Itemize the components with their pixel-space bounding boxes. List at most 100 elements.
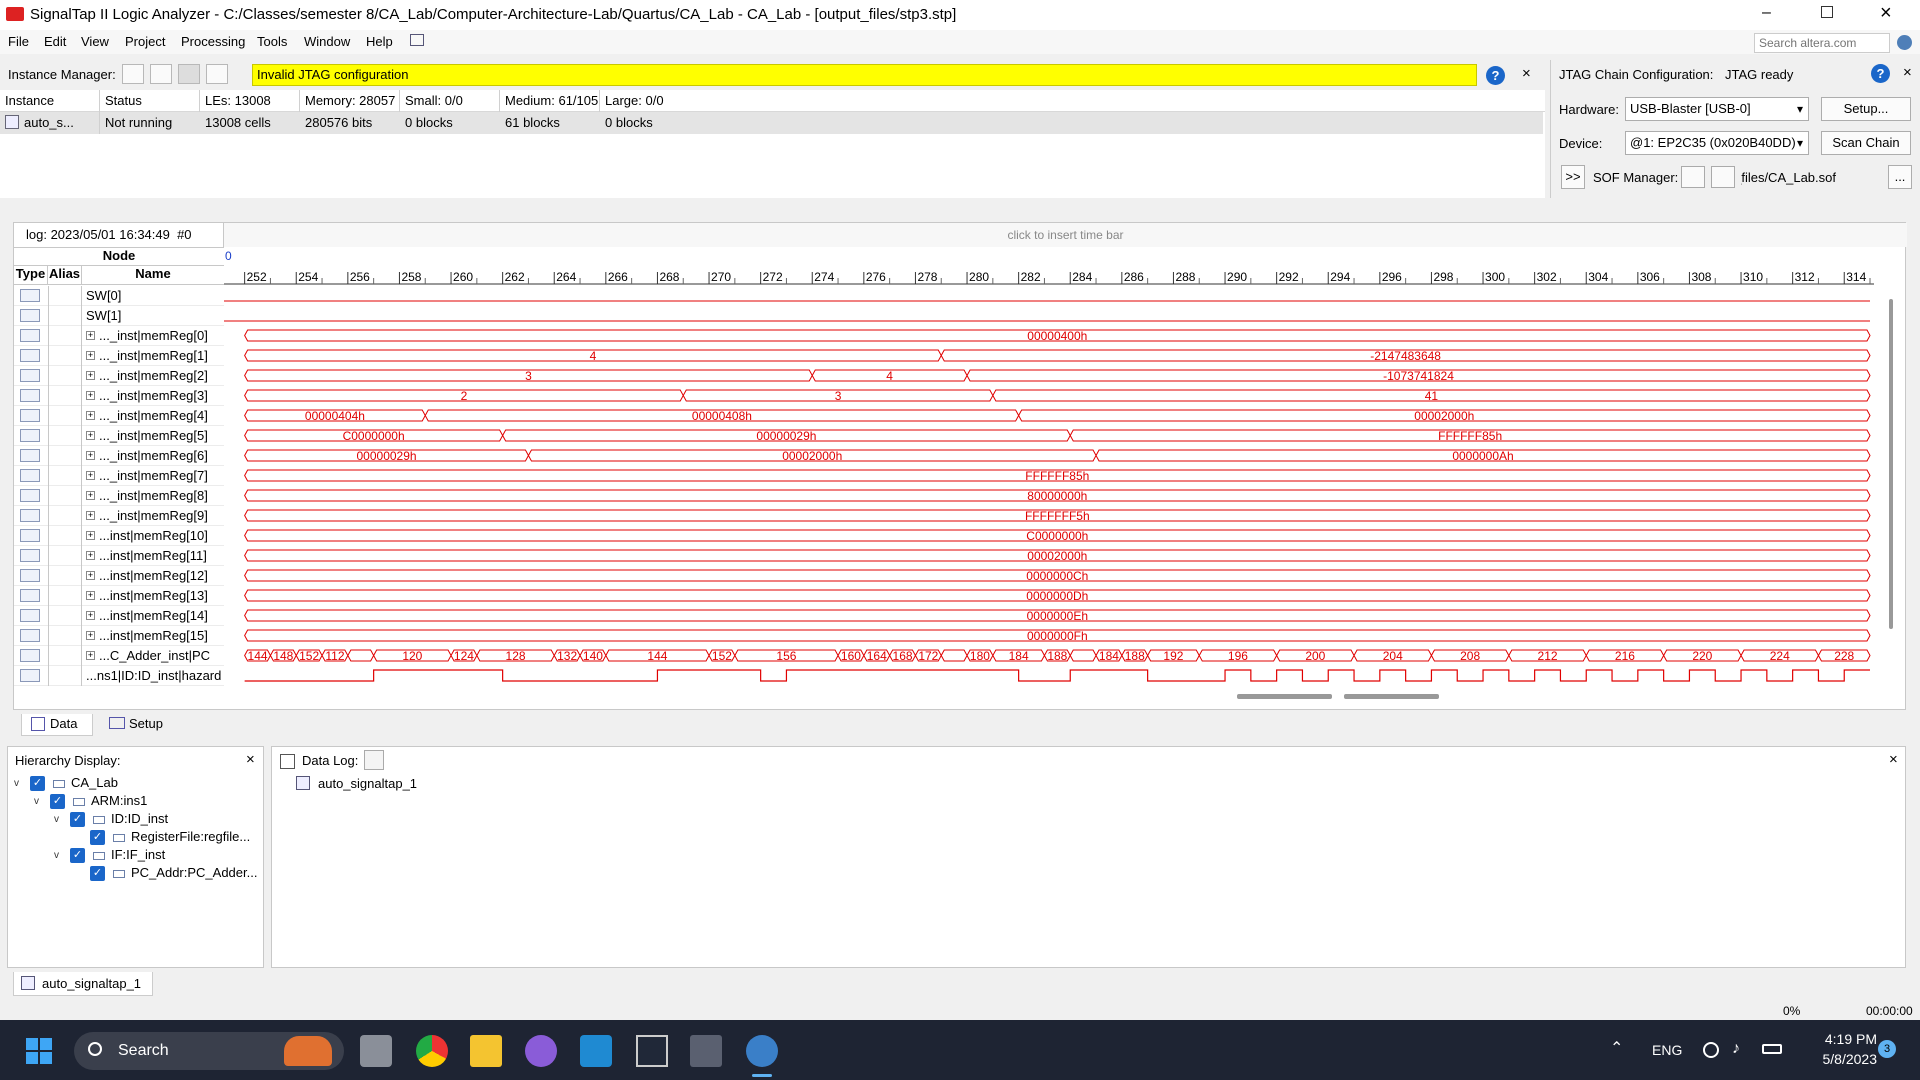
- vertical-scrollbar[interactable]: [1884, 287, 1898, 687]
- node-row[interactable]: + ..._inst|memReg[5]: [14, 426, 224, 446]
- node-row[interactable]: SW[1]: [14, 306, 224, 326]
- network-icon[interactable]: [1703, 1042, 1719, 1058]
- expand-icon[interactable]: +: [86, 611, 95, 620]
- expand-icon[interactable]: +: [86, 491, 95, 500]
- hierarchy-node[interactable]: v ✓ ID:ID_inst: [54, 810, 168, 828]
- checkbox-checked-icon[interactable]: ✓: [50, 794, 65, 810]
- language-indicator[interactable]: ENG: [1652, 1042, 1682, 1058]
- expand-icon[interactable]: +: [86, 551, 95, 560]
- horizontal-scroll-thumb-left[interactable]: [1237, 694, 1332, 699]
- node-row[interactable]: + ..._inst|memReg[0]: [14, 326, 224, 346]
- sof-browse-button[interactable]: ...: [1888, 165, 1912, 189]
- expand-icon[interactable]: +: [86, 631, 95, 640]
- expand-icon[interactable]: +: [86, 391, 95, 400]
- hierarchy-node[interactable]: ✓ PC_Addr:PC_Adder...: [74, 864, 257, 882]
- hierarchy-node[interactable]: v ✓ CA_Lab: [14, 774, 118, 792]
- node-row[interactable]: + ..._inst|memReg[7]: [14, 466, 224, 486]
- taskbar-search[interactable]: Search: [74, 1032, 344, 1070]
- node-row[interactable]: ...ns1|ID:ID_inst|hazard: [14, 666, 224, 686]
- read-data-icon[interactable]: [206, 64, 228, 84]
- time-bar-strip[interactable]: click to insert time bar: [224, 223, 1907, 247]
- sof-expand-button[interactable]: >>: [1561, 165, 1585, 189]
- menu-help[interactable]: Help: [366, 34, 393, 49]
- expand-icon[interactable]: +: [86, 471, 95, 480]
- menu-file[interactable]: File: [8, 34, 29, 49]
- hierarchy-close-icon[interactable]: ×: [246, 751, 255, 768]
- datalog-close-icon[interactable]: ×: [1889, 751, 1898, 768]
- task-view-icon[interactable]: [360, 1035, 392, 1067]
- calculator-icon[interactable]: [690, 1035, 722, 1067]
- waveform-canvas[interactable]: 0 252 254 256 258 260 262 264 266 268 270 272 274 276…: [224, 247, 1894, 687]
- datalog-icon[interactable]: [364, 750, 384, 770]
- attach-icon[interactable]: [1711, 166, 1735, 188]
- help-icon[interactable]: ?: [1486, 66, 1505, 85]
- menu-edit[interactable]: Edit: [44, 34, 66, 49]
- autorun-analysis-icon[interactable]: [122, 64, 144, 84]
- search-input[interactable]: [1754, 33, 1890, 53]
- expand-icon[interactable]: +: [86, 651, 95, 660]
- run-analysis-icon[interactable]: [150, 64, 172, 84]
- checkbox-checked-icon[interactable]: ✓: [90, 866, 105, 882]
- close-icon[interactable]: ×: [1880, 2, 1892, 25]
- hierarchy-node[interactable]: v ✓ ARM:ins1: [34, 792, 147, 810]
- expand-icon[interactable]: +: [86, 531, 95, 540]
- node-row[interactable]: + ..._inst|memReg[3]: [14, 386, 224, 406]
- node-row[interactable]: + ..._inst|memReg[4]: [14, 406, 224, 426]
- menu-tools[interactable]: Tools: [257, 34, 287, 49]
- node-row[interactable]: + ...inst|memReg[12]: [14, 566, 224, 586]
- github-icon[interactable]: [525, 1035, 557, 1067]
- datalog-item[interactable]: auto_signaltap_1: [318, 776, 417, 791]
- tab-setup[interactable]: Setup: [101, 714, 181, 736]
- tab-data[interactable]: Data: [21, 714, 93, 736]
- node-row[interactable]: + ...C_Adder_inst|PC: [14, 646, 224, 666]
- menu-processing[interactable]: Processing: [181, 34, 245, 49]
- node-row[interactable]: + ...inst|memReg[13]: [14, 586, 224, 606]
- checkbox-checked-icon[interactable]: ✓: [70, 848, 85, 864]
- clock-time[interactable]: 4:19 PM: [1815, 1031, 1877, 1047]
- checkbox-checked-icon[interactable]: ✓: [70, 812, 85, 828]
- stop-analysis-icon[interactable]: [178, 64, 200, 84]
- clock-date[interactable]: 5/8/2023: [1800, 1051, 1878, 1067]
- menu-window[interactable]: Window: [304, 34, 350, 49]
- node-row[interactable]: + ..._inst|memReg[6]: [14, 446, 224, 466]
- tree-expander-icon[interactable]: v: [14, 775, 26, 793]
- node-row[interactable]: + ...inst|memReg[11]: [14, 546, 224, 566]
- scan-chain-button[interactable]: Scan Chain: [1821, 131, 1911, 155]
- expand-icon[interactable]: +: [86, 451, 95, 460]
- expand-icon[interactable]: +: [86, 371, 95, 380]
- device-select[interactable]: @1: EP2C35 (0x020B40DD): [1625, 131, 1809, 155]
- expand-icon[interactable]: +: [86, 411, 95, 420]
- vertical-scroll-thumb[interactable]: [1889, 299, 1893, 629]
- tree-expander-icon[interactable]: v: [34, 793, 46, 811]
- instance-row[interactable]: auto_s... Not running 13008 cells 280576 bi…: [0, 112, 1543, 134]
- expand-icon[interactable]: +: [86, 591, 95, 600]
- minimize-icon[interactable]: –: [1762, 4, 1771, 22]
- expand-icon[interactable]: +: [86, 331, 95, 340]
- expand-icon[interactable]: +: [86, 351, 95, 360]
- menu-view[interactable]: View: [81, 34, 109, 49]
- node-row[interactable]: + ..._inst|memReg[9]: [14, 506, 224, 526]
- jtag-close-icon[interactable]: ×: [1903, 64, 1912, 81]
- battery-icon[interactable]: [1762, 1044, 1782, 1054]
- volume-icon[interactable]: ♪: [1732, 1040, 1740, 1058]
- expand-icon[interactable]: +: [86, 571, 95, 580]
- node-row[interactable]: + ...inst|memReg[15]: [14, 626, 224, 646]
- jtag-help-icon[interactable]: ?: [1871, 64, 1890, 83]
- setup-button[interactable]: Setup...: [1821, 97, 1911, 121]
- modelsim-icon[interactable]: [636, 1035, 668, 1067]
- horizontal-scroll-thumb-right[interactable]: [1344, 694, 1439, 699]
- hierarchy-node[interactable]: v ✓ IF:IF_inst: [54, 846, 165, 864]
- hardware-select[interactable]: USB-Blaster [USB-0]: [1625, 97, 1809, 121]
- restore-icon[interactable]: [1821, 6, 1833, 18]
- node-row[interactable]: + ...inst|memReg[10]: [14, 526, 224, 546]
- windows-start-icon[interactable]: [26, 1038, 52, 1064]
- file-explorer-icon[interactable]: [470, 1035, 502, 1067]
- program-device-icon[interactable]: [1681, 166, 1705, 188]
- expand-icon[interactable]: +: [86, 431, 95, 440]
- node-row[interactable]: + ..._inst|memReg[1]: [14, 346, 224, 366]
- instance-tab[interactable]: auto_signaltap_1: [13, 972, 153, 996]
- globe-icon[interactable]: [1897, 35, 1912, 50]
- tree-expander-icon[interactable]: v: [54, 847, 66, 865]
- vscode-icon[interactable]: [580, 1035, 612, 1067]
- quartus-icon[interactable]: [746, 1035, 778, 1067]
